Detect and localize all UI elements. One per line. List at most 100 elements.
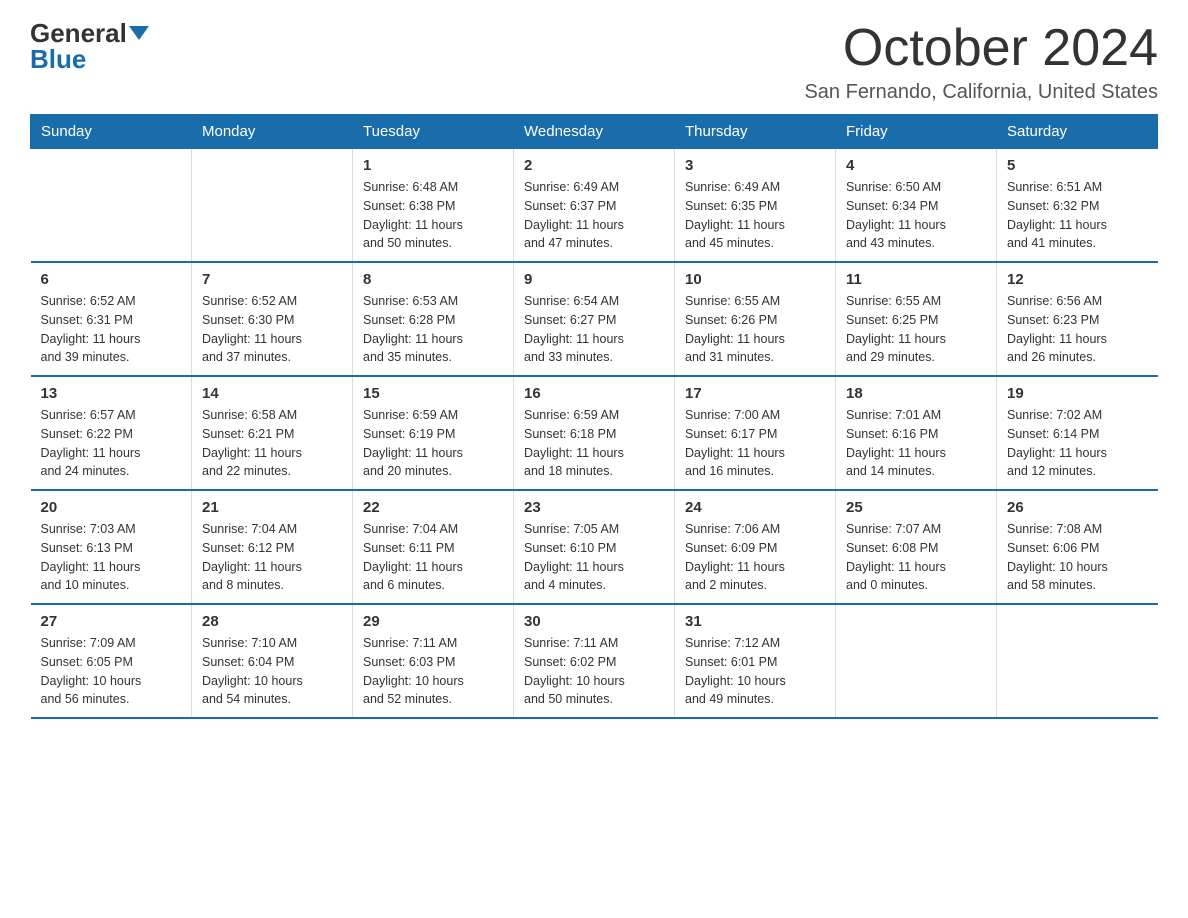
calendar-cell: 14Sunrise: 6:58 AMSunset: 6:21 PMDayligh… [192, 376, 353, 490]
logo-blue: Blue [30, 46, 86, 72]
calendar-cell [31, 149, 192, 263]
day-info: Sunrise: 7:10 AMSunset: 6:04 PMDaylight:… [202, 634, 342, 709]
day-number: 12 [1007, 271, 1148, 288]
day-number: 18 [846, 385, 986, 402]
calendar-cell: 3 Sunrise: 6:49 AMSunset: 6:35 PMDaylight… [675, 149, 836, 263]
calendar-cell: 30 Sunrise: 7:11 AMSunset: 6:02 PMDayligh… [514, 604, 675, 718]
calendar-cell: 25 Sunrise: 7:07 AMSunset: 6:08 PMDayligh… [836, 490, 997, 604]
day-info: Sunrise: 6:55 AMSunset: 6:26 PMDaylight:… [685, 292, 825, 367]
title-area: October 2024 San Fernando, California, U… [804, 20, 1158, 104]
calendar-cell: 10 Sunrise: 6:55 AMSunset: 6:26 PMDayligh… [675, 262, 836, 376]
location-title: San Fernando, California, United States [804, 81, 1158, 104]
day-of-week-header: Friday [836, 115, 997, 149]
calendar-cell: 26 Sunrise: 7:08 AMSunset: 6:06 PMDayligh… [997, 490, 1158, 604]
day-info: Sunrise: 7:05 AMSunset: 6:10 PMDaylight:… [524, 520, 664, 595]
logo: General Blue [30, 20, 149, 72]
day-number: 21 [202, 499, 342, 516]
day-number: 3 [685, 157, 825, 174]
calendar-cell: 16Sunrise: 6:59 AMSunset: 6:18 PMDayligh… [514, 376, 675, 490]
day-number: 11 [846, 271, 986, 288]
day-info: Sunrise: 6:56 AMSunset: 6:23 PMDaylight:… [1007, 292, 1148, 367]
day-number: 31 [685, 613, 825, 630]
day-number: 26 [1007, 499, 1148, 516]
day-of-week-header: Saturday [997, 115, 1158, 149]
calendar-cell: 13 Sunrise: 6:57 AMSunset: 6:22 PMDayligh… [31, 376, 192, 490]
day-of-week-header: Tuesday [353, 115, 514, 149]
days-of-week-row: SundayMondayTuesdayWednesdayThursdayFrid… [31, 115, 1158, 149]
day-number: 28 [202, 613, 342, 630]
day-number: 7 [202, 271, 342, 288]
day-number: 30 [524, 613, 664, 630]
day-info: Sunrise: 6:59 AMSunset: 6:19 PMDaylight:… [363, 406, 503, 481]
calendar-cell: 27Sunrise: 7:09 AMSunset: 6:05 PMDayligh… [31, 604, 192, 718]
day-info: Sunrise: 6:50 AMSunset: 6:34 PMDaylight:… [846, 178, 986, 253]
day-number: 2 [524, 157, 664, 174]
day-info: Sunrise: 6:49 AMSunset: 6:37 PMDaylight:… [524, 178, 664, 253]
day-number: 24 [685, 499, 825, 516]
day-of-week-header: Sunday [31, 115, 192, 149]
day-number: 20 [41, 499, 182, 516]
day-info: Sunrise: 6:48 AMSunset: 6:38 PMDaylight:… [363, 178, 503, 253]
calendar-cell [192, 149, 353, 263]
day-info: Sunrise: 6:53 AMSunset: 6:28 PMDaylight:… [363, 292, 503, 367]
day-info: Sunrise: 7:06 AMSunset: 6:09 PMDaylight:… [685, 520, 825, 595]
day-number: 13 [41, 385, 182, 402]
day-number: 15 [363, 385, 503, 402]
day-info: Sunrise: 7:04 AMSunset: 6:12 PMDaylight:… [202, 520, 342, 595]
calendar-cell: 24 Sunrise: 7:06 AMSunset: 6:09 PMDayligh… [675, 490, 836, 604]
day-number: 4 [846, 157, 986, 174]
day-info: Sunrise: 7:07 AMSunset: 6:08 PMDaylight:… [846, 520, 986, 595]
calendar-cell: 18Sunrise: 7:01 AMSunset: 6:16 PMDayligh… [836, 376, 997, 490]
calendar-cell: 19Sunrise: 7:02 AMSunset: 6:14 PMDayligh… [997, 376, 1158, 490]
day-number: 8 [363, 271, 503, 288]
day-info: Sunrise: 7:03 AMSunset: 6:13 PMDaylight:… [41, 520, 182, 595]
calendar-cell [997, 604, 1158, 718]
day-number: 25 [846, 499, 986, 516]
day-number: 10 [685, 271, 825, 288]
day-info: Sunrise: 7:11 AMSunset: 6:03 PMDaylight:… [363, 634, 503, 709]
calendar-cell: 9Sunrise: 6:54 AMSunset: 6:27 PMDaylight… [514, 262, 675, 376]
day-info: Sunrise: 6:55 AMSunset: 6:25 PMDaylight:… [846, 292, 986, 367]
calendar-cell: 31 Sunrise: 7:12 AMSunset: 6:01 PMDayligh… [675, 604, 836, 718]
calendar-cell: 28 Sunrise: 7:10 AMSunset: 6:04 PMDayligh… [192, 604, 353, 718]
calendar-cell: 17Sunrise: 7:00 AMSunset: 6:17 PMDayligh… [675, 376, 836, 490]
month-title: October 2024 [804, 20, 1158, 77]
calendar-cell: 20 Sunrise: 7:03 AMSunset: 6:13 PMDayligh… [31, 490, 192, 604]
calendar-week-row: 13 Sunrise: 6:57 AMSunset: 6:22 PMDayligh… [31, 376, 1158, 490]
page-header: General Blue October 2024 San Fernando, … [30, 20, 1158, 104]
day-info: Sunrise: 7:08 AMSunset: 6:06 PMDaylight:… [1007, 520, 1148, 595]
day-number: 6 [41, 271, 182, 288]
calendar-cell: 7 Sunrise: 6:52 AMSunset: 6:30 PMDaylight… [192, 262, 353, 376]
day-info: Sunrise: 6:57 AMSunset: 6:22 PMDaylight:… [41, 406, 182, 481]
day-of-week-header: Monday [192, 115, 353, 149]
calendar-cell: 15 Sunrise: 6:59 AMSunset: 6:19 PMDayligh… [353, 376, 514, 490]
day-info: Sunrise: 7:02 AMSunset: 6:14 PMDaylight:… [1007, 406, 1148, 481]
day-info: Sunrise: 7:00 AMSunset: 6:17 PMDaylight:… [685, 406, 825, 481]
calendar-cell: 6 Sunrise: 6:52 AMSunset: 6:31 PMDaylight… [31, 262, 192, 376]
calendar-cell: 12 Sunrise: 6:56 AMSunset: 6:23 PMDayligh… [997, 262, 1158, 376]
day-number: 14 [202, 385, 342, 402]
calendar-header: SundayMondayTuesdayWednesdayThursdayFrid… [31, 115, 1158, 149]
calendar-table: SundayMondayTuesdayWednesdayThursdayFrid… [30, 114, 1158, 719]
logo-general: General [30, 20, 127, 46]
day-number: 5 [1007, 157, 1148, 174]
day-info: Sunrise: 6:49 AMSunset: 6:35 PMDaylight:… [685, 178, 825, 253]
calendar-week-row: 20 Sunrise: 7:03 AMSunset: 6:13 PMDayligh… [31, 490, 1158, 604]
day-info: Sunrise: 6:54 AMSunset: 6:27 PMDaylight:… [524, 292, 664, 367]
calendar-week-row: 6 Sunrise: 6:52 AMSunset: 6:31 PMDaylight… [31, 262, 1158, 376]
day-info: Sunrise: 7:12 AMSunset: 6:01 PMDaylight:… [685, 634, 825, 709]
day-info: Sunrise: 6:51 AMSunset: 6:32 PMDaylight:… [1007, 178, 1148, 253]
calendar-body: 1 Sunrise: 6:48 AMSunset: 6:38 PMDaylight… [31, 149, 1158, 719]
calendar-cell: 23 Sunrise: 7:05 AMSunset: 6:10 PMDayligh… [514, 490, 675, 604]
day-number: 23 [524, 499, 664, 516]
day-number: 1 [363, 157, 503, 174]
day-info: Sunrise: 6:52 AMSunset: 6:31 PMDaylight:… [41, 292, 182, 367]
calendar-week-row: 1 Sunrise: 6:48 AMSunset: 6:38 PMDaylight… [31, 149, 1158, 263]
calendar-week-row: 27Sunrise: 7:09 AMSunset: 6:05 PMDayligh… [31, 604, 1158, 718]
day-info: Sunrise: 6:52 AMSunset: 6:30 PMDaylight:… [202, 292, 342, 367]
day-of-week-header: Wednesday [514, 115, 675, 149]
day-number: 22 [363, 499, 503, 516]
calendar-cell: 22Sunrise: 7:04 AMSunset: 6:11 PMDayligh… [353, 490, 514, 604]
calendar-cell: 1 Sunrise: 6:48 AMSunset: 6:38 PMDaylight… [353, 149, 514, 263]
day-info: Sunrise: 7:11 AMSunset: 6:02 PMDaylight:… [524, 634, 664, 709]
